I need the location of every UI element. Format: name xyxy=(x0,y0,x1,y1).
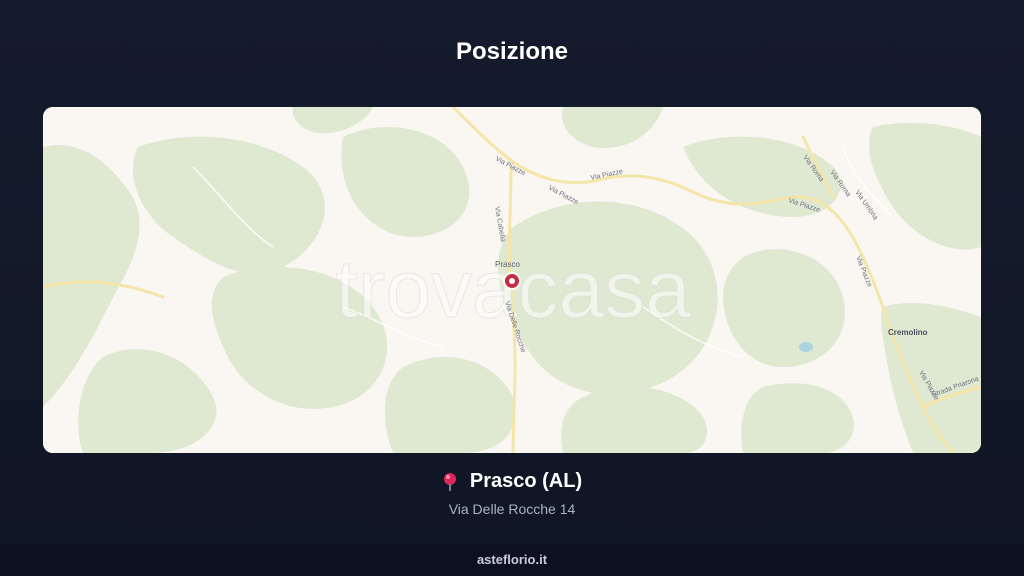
map-marker-icon[interactable] xyxy=(503,272,521,290)
footer: asteflorio.it xyxy=(0,544,1024,576)
pin-icon xyxy=(442,472,458,492)
location-info: Prasco (AL) Via Delle Rocche 14 xyxy=(0,470,1024,517)
lake xyxy=(799,342,813,352)
map[interactable]: trovacasa Via Piazze Via Piazze Via Piaz… xyxy=(43,107,981,453)
page-title: Posizione xyxy=(455,38,569,65)
town-label: Cremolino xyxy=(888,328,928,337)
location-address: Via Delle Rocche 14 xyxy=(448,501,576,517)
location-name: Prasco (AL) xyxy=(469,470,583,492)
place-label: Prasco xyxy=(495,260,520,269)
map-canvas[interactable]: trovacasa Via Piazze Via Piazze Via Piaz… xyxy=(43,107,981,453)
site-link[interactable]: asteflorio.it xyxy=(477,552,547,567)
